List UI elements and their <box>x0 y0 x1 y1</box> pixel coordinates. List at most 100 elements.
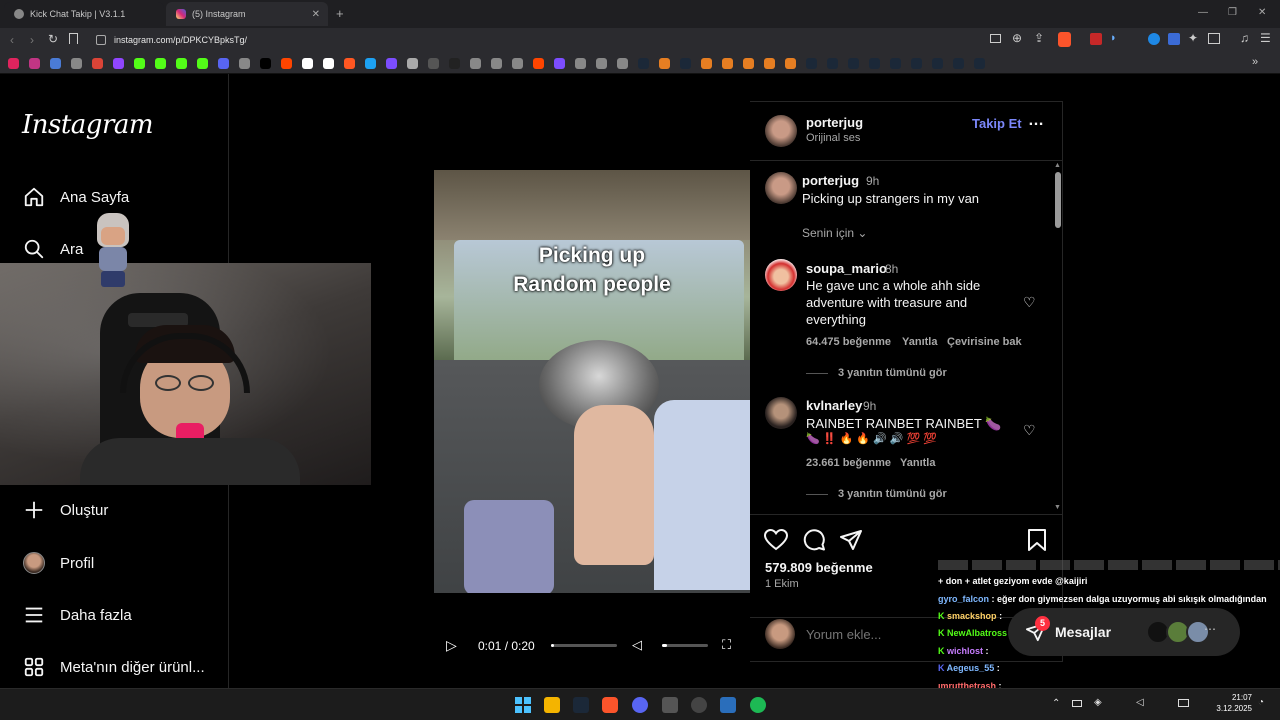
bookmark-icon[interactable] <box>743 58 754 69</box>
bookmark-icon[interactable] <box>974 58 985 69</box>
post-video[interactable]: Picking up Random people <box>434 101 750 662</box>
volume-track[interactable] <box>662 644 708 647</box>
volume-icon[interactable]: ◁ <box>1136 697 1144 708</box>
reply-button[interactable]: Yanıtla <box>902 336 937 348</box>
steam-icon[interactable] <box>573 697 589 713</box>
comment-avatar[interactable] <box>765 259 797 291</box>
sidebar-item-meta[interactable]: Meta'nın diğer ürünl... <box>22 653 205 681</box>
reload-icon[interactable]: ↻ <box>48 32 58 46</box>
reply-button[interactable]: Yanıtla <box>900 457 935 469</box>
close-tab-icon[interactable]: ✕ <box>312 9 320 20</box>
comment-username[interactable]: kvlnarley <box>806 398 862 413</box>
bookmark-icon[interactable] <box>806 58 817 69</box>
bookmark-icon[interactable] <box>176 58 187 69</box>
caption-author-avatar[interactable] <box>765 172 797 204</box>
spotify-icon[interactable] <box>750 697 766 713</box>
bookmark-icon[interactable] <box>554 58 565 69</box>
like-icon[interactable] <box>763 528 789 556</box>
close-window-icon[interactable]: ✕ <box>1258 7 1266 18</box>
bookmark-icon[interactable] <box>260 58 271 69</box>
save-icon[interactable] <box>1027 529 1047 556</box>
bookmark-icon[interactable] <box>239 58 250 69</box>
file-explorer-icon[interactable] <box>544 697 560 713</box>
messages-button[interactable]: 5 Mesajlar ⋯ <box>1008 608 1240 656</box>
bookmarks-overflow-icon[interactable]: » <box>1252 56 1258 68</box>
bookmark-icon[interactable] <box>344 58 355 69</box>
bookmark-icon[interactable] <box>323 58 334 69</box>
audio-label[interactable]: Orijinal ses <box>806 132 860 144</box>
bookmark-icon[interactable] <box>302 58 313 69</box>
play-icon[interactable]: ▷ <box>446 637 457 654</box>
bookmark-icon[interactable] <box>8 58 19 69</box>
bookmark-icon[interactable] <box>113 58 124 69</box>
author-avatar[interactable] <box>765 115 797 147</box>
zoom-icon[interactable]: ⊕ <box>1012 31 1022 45</box>
comment-like-icon[interactable]: ♡ <box>1023 294 1036 311</box>
comment-likes[interactable]: 64.475 beğenme <box>806 336 891 348</box>
comment-icon[interactable] <box>803 529 825 556</box>
obs-icon[interactable] <box>691 697 707 713</box>
bookmark-icon[interactable] <box>701 58 712 69</box>
comment-like-icon[interactable]: ♡ <box>1023 422 1036 439</box>
caption-username[interactable]: porterjug <box>802 173 859 188</box>
bookmark-icon[interactable] <box>71 58 82 69</box>
bookmark-icon[interactable] <box>827 58 838 69</box>
bookmark-icon[interactable] <box>197 58 208 69</box>
address-bar[interactable]: instagram.com/p/DPKCYBpksTg/ <box>88 31 1078 49</box>
new-tab-button[interactable]: + <box>336 6 344 21</box>
brave-icon[interactable] <box>602 697 618 713</box>
bookmark-icon[interactable] <box>953 58 964 69</box>
app-icon[interactable] <box>720 697 736 713</box>
sort-dropdown[interactable]: Senin için ⌄ <box>802 226 867 240</box>
author-username[interactable]: porterjug <box>806 115 863 130</box>
sidebar-item-search[interactable]: Ara <box>22 235 83 263</box>
minimize-icon[interactable]: — <box>1198 7 1208 18</box>
sidebar-item-more[interactable]: Daha fazla <box>22 601 132 629</box>
scroll-thumb[interactable] <box>1055 172 1061 228</box>
scroll-down-icon[interactable]: ▼ <box>1054 504 1061 511</box>
share-icon[interactable] <box>840 529 862 556</box>
more-options-icon[interactable]: … <box>1028 112 1044 130</box>
bookmark-icon[interactable] <box>134 58 145 69</box>
bookmark-icon[interactable] <box>848 58 859 69</box>
vpn-extension-icon[interactable] <box>1148 33 1160 45</box>
bookmark-icon[interactable] <box>596 58 607 69</box>
view-replies-button[interactable]: 3 yanıtın tümünü gör <box>838 488 947 500</box>
extension-icon[interactable] <box>1090 33 1102 45</box>
notification-bell-icon[interactable]: ◔ <box>1258 697 1264 708</box>
bookmark-icon[interactable] <box>575 58 586 69</box>
bookmark-icon[interactable] <box>911 58 922 69</box>
like-count[interactable]: 579.809 beğenme <box>765 560 873 575</box>
bookmark-icon[interactable] <box>869 58 880 69</box>
forward-icon[interactable]: › <box>30 33 34 47</box>
discord-icon[interactable] <box>632 697 648 713</box>
bookmark-icon[interactable] <box>659 58 670 69</box>
audio-extension-icon[interactable]: ◗ <box>1110 32 1117 44</box>
bookmark-icon[interactable] <box>407 58 418 69</box>
bookmark-icon[interactable] <box>680 58 691 69</box>
bookmark-icon[interactable] <box>617 58 628 69</box>
cast-icon[interactable] <box>990 34 1001 43</box>
extensions-puzzle-icon[interactable]: ✦ <box>1188 31 1198 45</box>
bookmark-icon[interactable] <box>281 58 292 69</box>
bookmark-icon[interactable] <box>428 58 439 69</box>
comments-scrollbar[interactable]: ▲ ▼ <box>1054 162 1062 514</box>
network-icon[interactable]: ◈ <box>1094 697 1102 708</box>
app-icon[interactable] <box>662 697 678 713</box>
bookmark-icon[interactable] <box>932 58 943 69</box>
browser-menu-icon[interactable]: ☰ <box>1260 31 1271 45</box>
media-controls-icon[interactable]: ♫ <box>1240 31 1249 45</box>
bookmark-icon[interactable] <box>50 58 61 69</box>
bookmark-icon[interactable] <box>386 58 397 69</box>
comment-likes[interactable]: 23.661 beğenme <box>806 457 891 469</box>
bookmark-icon[interactable] <box>722 58 733 69</box>
restore-icon[interactable]: ❐ <box>1228 7 1237 18</box>
comment-username[interactable]: soupa_mario <box>806 261 887 276</box>
windows-start-icon[interactable] <box>515 697 531 713</box>
bookmark-icon[interactable] <box>449 58 460 69</box>
sidebar-toggle-icon[interactable] <box>1208 33 1220 44</box>
bookmark-icon[interactable] <box>785 58 796 69</box>
brave-shield-icon[interactable] <box>1058 32 1071 47</box>
bookmark-icon[interactable] <box>512 58 523 69</box>
bookmark-icon[interactable] <box>533 58 544 69</box>
